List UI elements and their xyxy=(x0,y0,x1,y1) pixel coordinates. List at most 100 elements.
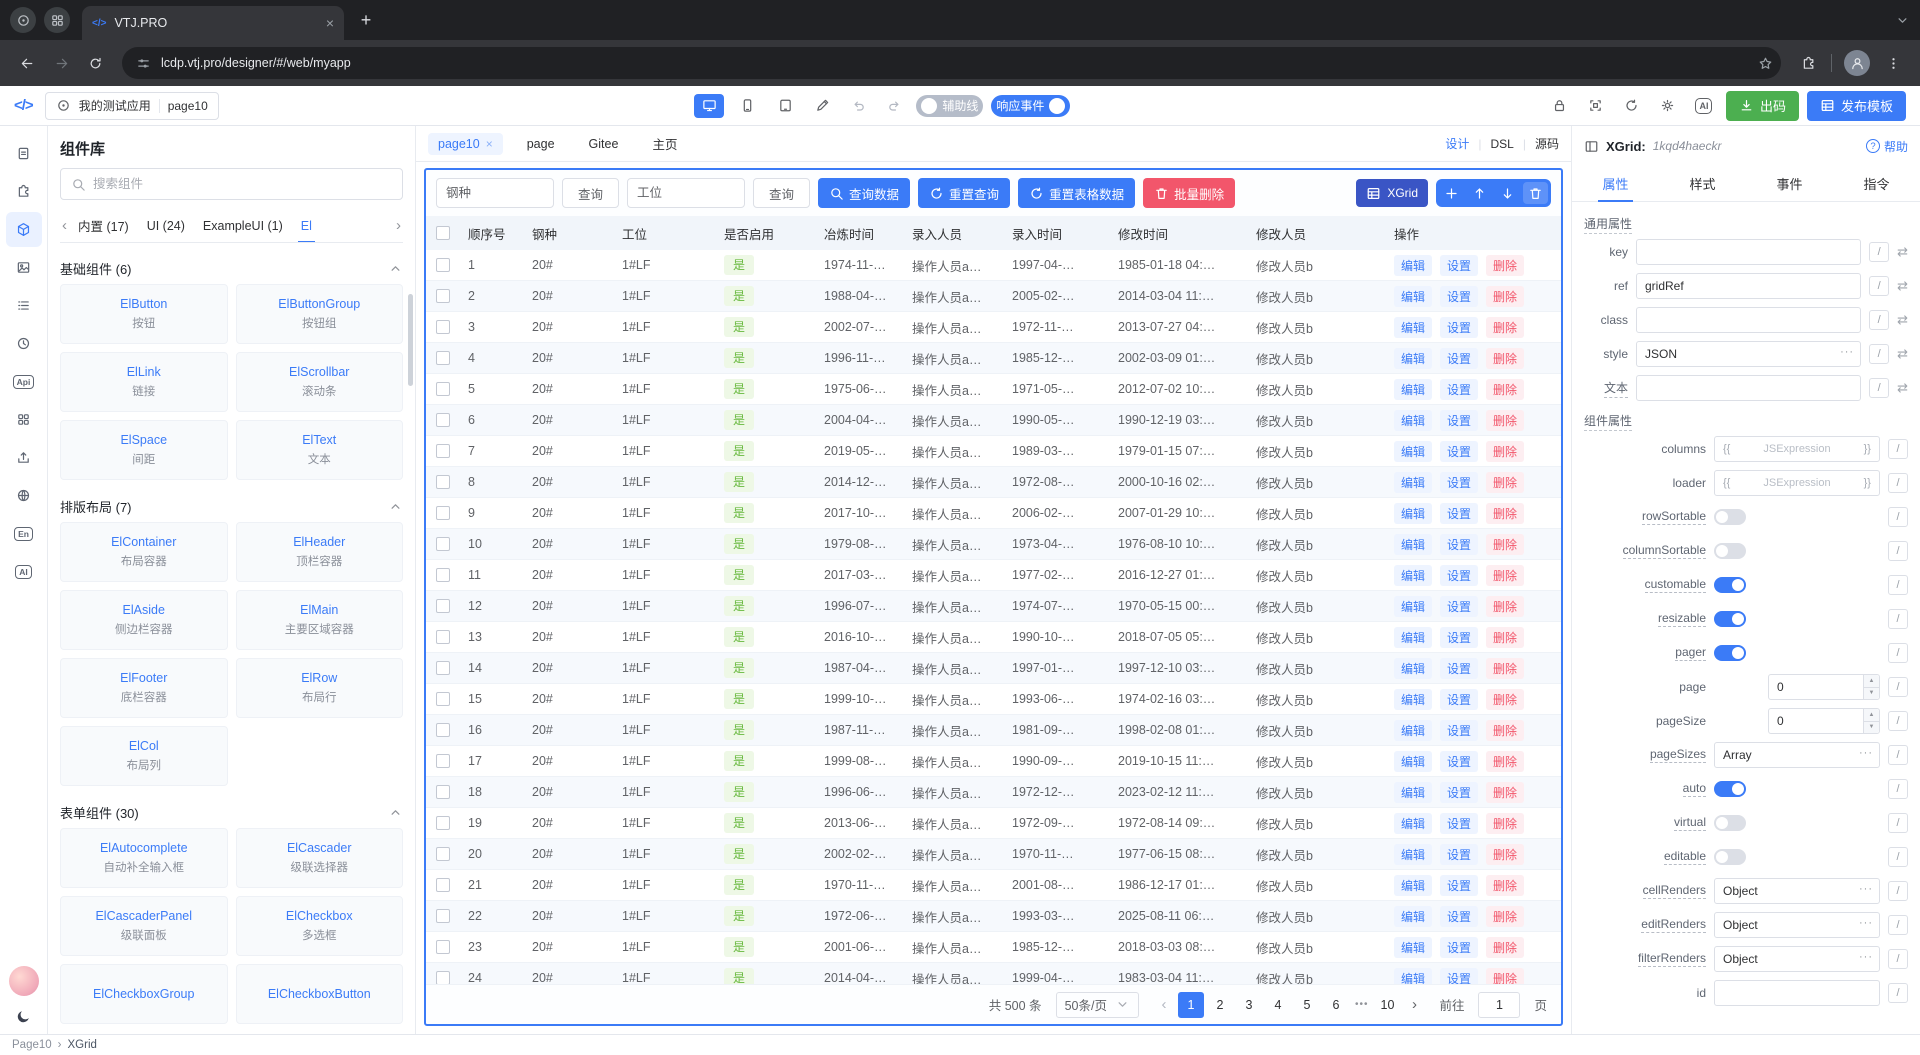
codegen-button[interactable]: 出码 xyxy=(1725,90,1799,121)
action-settings[interactable]: 设置 xyxy=(1440,812,1479,834)
action-edit[interactable]: 编辑 xyxy=(1394,502,1433,524)
row-checkbox[interactable] xyxy=(436,661,450,675)
close-tab-icon[interactable]: × xyxy=(486,137,493,151)
page-number[interactable]: 1 xyxy=(1177,991,1204,1018)
spin-down-icon[interactable]: ▼ xyxy=(1864,688,1879,700)
action-edit[interactable]: 编辑 xyxy=(1394,719,1433,741)
plugin-icon[interactable] xyxy=(6,174,42,209)
action-delete[interactable]: 删除 xyxy=(1486,657,1525,679)
header-checkbox[interactable] xyxy=(436,226,450,240)
apps-icon[interactable] xyxy=(6,402,42,437)
palette-card[interactable]: ElCascaderPanel 级联面板 xyxy=(60,896,228,956)
action-edit[interactable]: 编辑 xyxy=(1394,905,1433,927)
page-tab[interactable]: 主页 xyxy=(642,130,687,157)
guides-toggle[interactable]: 辅助线 xyxy=(916,94,984,117)
action-settings[interactable]: 设置 xyxy=(1440,471,1479,493)
palette-card[interactable]: ElFooter 底栏容器 xyxy=(60,658,228,718)
xgrid-widget[interactable]: 查询 查询 查询数据 重置查询 重置表格数据 xyxy=(424,168,1563,1026)
prop-input-key[interactable] xyxy=(1636,239,1862,265)
action-settings[interactable]: 设置 xyxy=(1440,378,1479,400)
action-edit[interactable]: 编辑 xyxy=(1394,533,1433,555)
row-checkbox[interactable] xyxy=(436,351,450,365)
action-edit[interactable]: 编辑 xyxy=(1394,378,1433,400)
action-settings[interactable]: 设置 xyxy=(1440,719,1479,741)
expression-toggle-icon[interactable]: / xyxy=(1888,881,1908,901)
palette-card[interactable]: ElSpace 间距 xyxy=(60,420,228,480)
mobile-view-button[interactable] xyxy=(732,94,762,118)
expression-toggle-icon[interactable]: / xyxy=(1888,677,1908,697)
expression-toggle-icon[interactable]: / xyxy=(1888,711,1908,731)
publish-icon[interactable] xyxy=(6,440,42,475)
station-filter-input[interactable] xyxy=(627,178,746,208)
action-delete[interactable]: 删除 xyxy=(1486,285,1525,307)
prop-input-文本[interactable] xyxy=(1636,375,1862,401)
palette-section-header[interactable]: 表单组件 (30) xyxy=(60,796,403,828)
action-delete[interactable]: 删除 xyxy=(1486,440,1525,462)
palette-card[interactable]: ElCheckboxGroup xyxy=(60,964,228,1024)
page-number[interactable]: 4 xyxy=(1265,992,1291,1018)
action-settings[interactable]: 设置 xyxy=(1440,750,1479,772)
mode-source[interactable]: 源码 xyxy=(1535,135,1559,152)
spin-down-icon[interactable]: ▼ xyxy=(1864,722,1879,734)
tab-close-icon[interactable]: × xyxy=(326,15,334,31)
row-checkbox[interactable] xyxy=(436,537,450,551)
doc-icon[interactable] xyxy=(6,136,42,171)
expression-toggle-icon[interactable]: / xyxy=(1888,949,1908,969)
row-checkbox[interactable] xyxy=(436,320,450,334)
action-delete[interactable]: 删除 xyxy=(1486,409,1525,431)
palette-card[interactable]: ElButton 按钮 xyxy=(60,284,228,344)
action-edit[interactable]: 编辑 xyxy=(1394,285,1433,307)
settings-gear-icon[interactable] xyxy=(1654,92,1682,120)
action-settings[interactable]: 设置 xyxy=(1440,874,1479,896)
expression-toggle-icon[interactable]: / xyxy=(1888,983,1908,1003)
bind-swap-icon[interactable]: ⇄ xyxy=(1897,278,1908,294)
action-delete[interactable]: 删除 xyxy=(1486,688,1525,710)
prop-input-editRenders[interactable] xyxy=(1714,912,1880,938)
row-checkbox[interactable] xyxy=(436,258,450,272)
palette-card[interactable]: ElCol 布局列 xyxy=(60,726,228,786)
breadcrumb[interactable]: 我的测试应用 page10 xyxy=(44,91,219,120)
lang-icon[interactable]: En xyxy=(6,516,42,551)
search-input[interactable] xyxy=(93,177,392,191)
prop-toggle-columnSortable[interactable] xyxy=(1714,543,1746,559)
expression-toggle-icon[interactable]: / xyxy=(1888,915,1908,935)
bind-swap-icon[interactable]: ⇄ xyxy=(1897,346,1908,362)
open-editor-icon[interactable]: ··· xyxy=(1859,951,1873,963)
action-delete[interactable]: 删除 xyxy=(1486,378,1525,400)
open-editor-icon[interactable]: ··· xyxy=(1859,747,1873,759)
action-edit[interactable]: 编辑 xyxy=(1394,347,1433,369)
palette-card[interactable]: ElContainer 布局容器 xyxy=(60,522,228,582)
action-edit[interactable]: 编辑 xyxy=(1394,750,1433,772)
status-crumb-page[interactable]: Page10 xyxy=(12,1039,52,1051)
action-edit[interactable]: 编辑 xyxy=(1394,843,1433,865)
open-editor-icon[interactable]: ··· xyxy=(1859,917,1873,929)
steel-search-button[interactable]: 查询 xyxy=(562,178,620,208)
action-settings[interactable]: 设置 xyxy=(1440,967,1479,984)
inspector-tab[interactable]: 指令 xyxy=(1833,166,1920,201)
prop-input-id[interactable] xyxy=(1714,980,1880,1006)
action-settings[interactable]: 设置 xyxy=(1440,781,1479,803)
library-tab[interactable]: 内置 (17) xyxy=(69,209,138,242)
expression-toggle-icon[interactable]: / xyxy=(1888,609,1908,629)
action-edit[interactable]: 编辑 xyxy=(1394,626,1433,648)
user-avatar[interactable] xyxy=(8,966,39,996)
palette-section-header[interactable]: 排版布局 (7) xyxy=(60,490,403,522)
extensions-icon[interactable] xyxy=(1793,48,1823,78)
expression-toggle-icon[interactable]: / xyxy=(1869,276,1890,296)
action-settings[interactable]: 设置 xyxy=(1440,285,1479,307)
action-edit[interactable]: 编辑 xyxy=(1394,409,1433,431)
action-delete[interactable]: 删除 xyxy=(1486,347,1525,369)
action-delete[interactable]: 删除 xyxy=(1486,719,1525,741)
cube-icon[interactable] xyxy=(5,212,42,247)
open-editor-icon[interactable]: ··· xyxy=(1859,883,1873,895)
action-delete[interactable]: 删除 xyxy=(1486,626,1525,648)
inspector-tab[interactable]: 属性 xyxy=(1572,166,1659,202)
action-edit[interactable]: 编辑 xyxy=(1394,564,1433,586)
help-link[interactable]: ? 帮助 xyxy=(1865,138,1908,155)
action-delete[interactable]: 删除 xyxy=(1486,812,1525,834)
history-icon[interactable] xyxy=(6,326,42,361)
fit-screen-icon[interactable] xyxy=(1582,92,1610,120)
inspector-tab[interactable]: 事件 xyxy=(1746,166,1833,201)
page-number[interactable]: 2 xyxy=(1207,992,1233,1018)
expression-toggle-icon[interactable]: / xyxy=(1888,745,1908,765)
